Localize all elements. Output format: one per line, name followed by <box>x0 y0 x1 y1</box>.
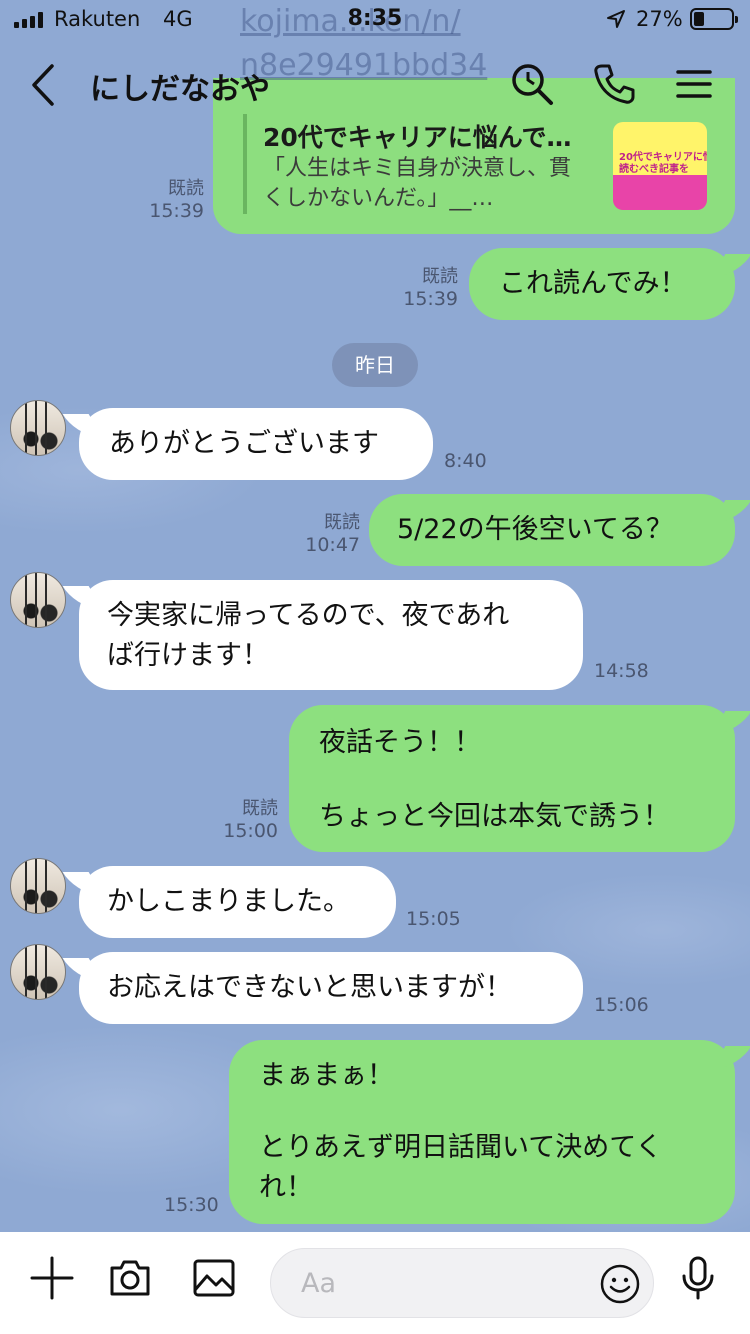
chat-header: にしだなおや <box>0 42 750 130</box>
message-text: お応えはできないと思いますが！ <box>107 972 512 1003</box>
search-icon[interactable] <box>508 60 556 108</box>
message-time: 15:30 <box>164 1194 219 1216</box>
message-time: 8:40 <box>444 450 487 472</box>
message-text: れ！ <box>259 1172 313 1203</box>
back-chevron-icon[interactable] <box>26 62 62 108</box>
avatar[interactable] <box>10 400 66 456</box>
their-message-bubble[interactable]: 今実家に帰ってるので、夜であれ ば行けます！ <box>79 580 583 690</box>
my-message-bubble[interactable]: これ読んでみ！ <box>469 248 735 320</box>
message-time: 14:58 <box>594 660 649 682</box>
message-time: 15:05 <box>406 908 461 930</box>
avatar[interactable] <box>10 944 66 1000</box>
message-meta: 既読 10:47 <box>305 512 360 556</box>
my-message-bubble[interactable]: まぁまぁ！ とりあえず明日話聞いて決めてく れ！ <box>229 1040 735 1224</box>
status-bar: Rakuten 4G 8:35 27% <box>0 0 750 42</box>
message-input-bar <box>0 1232 750 1334</box>
message-time: 15:06 <box>594 994 649 1016</box>
message-text: ありがとうございます <box>109 428 379 459</box>
message-meta: 既読 15:39 <box>149 178 204 222</box>
link-card-description: 「人生はキミ自身が決意し、貫くしかないんだ。」__… <box>263 156 572 211</box>
message-meta: 既読 15:00 <box>223 798 278 842</box>
battery-icon <box>690 8 738 30</box>
emoji-icon[interactable] <box>599 1263 641 1305</box>
chat-title: にしだなおや <box>90 72 270 107</box>
plus-icon[interactable] <box>28 1254 76 1302</box>
their-message-bubble[interactable]: お応えはできないと思いますが！ <box>79 952 583 1024</box>
image-icon[interactable] <box>190 1254 238 1302</box>
date-divider: 昨日 <box>332 343 418 387</box>
message-text: これ読んでみ！ <box>499 268 687 299</box>
avatar[interactable] <box>10 858 66 914</box>
avatar[interactable] <box>10 572 66 628</box>
message-text: 夜話そう！！ <box>319 727 481 758</box>
message-meta: 既読 15:39 <box>403 266 458 310</box>
camera-icon[interactable] <box>106 1254 154 1302</box>
message-text: 5/22の午後空いてる？ <box>397 514 673 545</box>
microphone-icon[interactable] <box>674 1254 722 1302</box>
message-input-container <box>270 1248 654 1318</box>
my-message-bubble[interactable]: 夜話そう！！ ちょっと今回は本気で誘う！ <box>289 705 735 852</box>
menu-icon[interactable] <box>670 60 718 108</box>
message-text: まぁまぁ！ <box>259 1060 394 1091</box>
their-message-bubble[interactable]: かしこまりました。 <box>79 866 396 938</box>
message-text: ちょっと今回は本気で誘う！ <box>319 801 670 832</box>
location-arrow-icon <box>607 10 625 28</box>
message-text: とりあえず明日話聞いて決めてく <box>259 1132 663 1163</box>
their-message-bubble[interactable]: ありがとうございます <box>79 408 433 480</box>
message-text: 今実家に帰ってるので、夜であれ <box>107 600 510 631</box>
my-message-bubble[interactable]: 5/22の午後空いてる？ <box>369 494 735 566</box>
message-text: かしこまりました。 <box>107 886 350 917</box>
message-text: ば行けます！ <box>107 640 269 671</box>
link-card-thumbnail: 20代でキャリアに悩 絶対読むべき記事を <box>613 122 707 210</box>
battery-percentage: 27% <box>636 7 683 31</box>
message-input[interactable] <box>301 1263 601 1303</box>
phone-icon[interactable] <box>590 60 638 108</box>
